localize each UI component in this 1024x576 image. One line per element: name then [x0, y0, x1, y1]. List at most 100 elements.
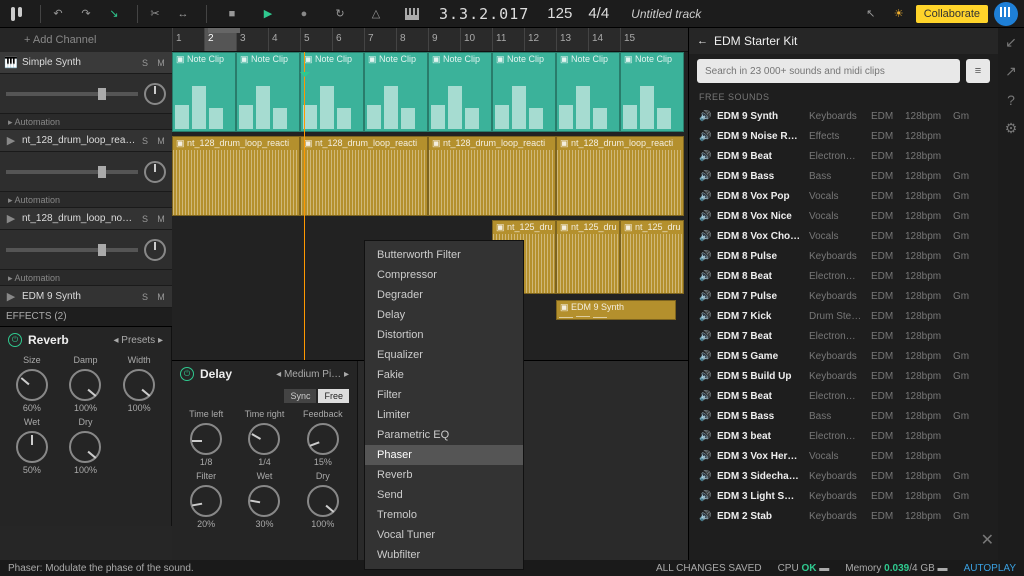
clip[interactable]: ▣ Note Clip — [300, 52, 364, 132]
mute-button[interactable]: M — [154, 134, 168, 148]
loop-marker[interactable] — [208, 28, 240, 33]
sound-row[interactable]: 🔊 EDM 3 Sidecha… Keyboards EDM 128bpm Gm — [689, 466, 998, 486]
automation-row[interactable]: ▸ Automation — [0, 192, 172, 208]
sound-row[interactable]: 🔊 EDM 7 Beat Electron… EDM 128bpm — [689, 326, 998, 346]
clip[interactable]: ▣ nt_125_dru — [620, 220, 684, 294]
close-panel-icon[interactable]: ✕ — [981, 530, 994, 550]
collaborate-button[interactable]: Collaborate — [916, 5, 988, 23]
cursor-icon[interactable]: ↖ — [860, 3, 882, 25]
volume-slider[interactable] — [6, 170, 138, 174]
menu-item-equalizer[interactable]: Equalizer — [365, 345, 523, 365]
solo-button[interactable]: S — [138, 134, 152, 148]
mute-button[interactable]: M — [154, 56, 168, 70]
loop-button[interactable]: ↻ — [329, 3, 351, 25]
search-input[interactable] — [697, 59, 960, 83]
menu-item-fakie[interactable]: Fakie — [365, 365, 523, 385]
bar-marker[interactable]: 12 — [524, 28, 556, 51]
piano-icon[interactable] — [401, 3, 423, 25]
knob-width[interactable]: Width 100% — [115, 355, 163, 413]
track-header[interactable]: ▶ nt_128_drum_loop_reacti… S M — [0, 130, 172, 152]
sound-row[interactable]: 🔊 EDM 3 Light S… Keyboards EDM 128bpm Gm — [689, 486, 998, 506]
clip[interactable]: ▣ EDM 9 Synth — [556, 300, 676, 320]
pan-knob[interactable] — [144, 239, 166, 261]
volume-slider[interactable] — [6, 92, 138, 96]
pan-knob[interactable] — [144, 161, 166, 183]
bar-marker[interactable]: 13 — [556, 28, 588, 51]
knob-damp[interactable]: Damp 100% — [62, 355, 110, 413]
bar-marker[interactable]: 3 — [236, 28, 268, 51]
knob-dry[interactable]: Dry 100% — [62, 417, 110, 475]
bar-marker[interactable]: 9 — [428, 28, 460, 51]
sound-row[interactable]: 🔊 EDM 9 Bass Bass EDM 128bpm Gm — [689, 166, 998, 186]
preset-selector[interactable]: ◂ Presets ▸ — [113, 335, 163, 346]
pan-knob[interactable] — [144, 83, 166, 105]
sound-row[interactable]: 🔊 EDM 8 Pulse Keyboards EDM 128bpm Gm — [689, 246, 998, 266]
clip[interactable]: ▣ Note Clip — [492, 52, 556, 132]
help-icon[interactable]: ? — [1007, 92, 1015, 108]
knob-feedback[interactable]: Feedback 15% — [297, 409, 349, 467]
menu-item-degrader[interactable]: Degrader — [365, 285, 523, 305]
menu-item-parametric-eq[interactable]: Parametric EQ — [365, 425, 523, 445]
knob-dry[interactable]: Dry 100% — [297, 471, 349, 529]
knob-wet[interactable]: Wet 30% — [238, 471, 290, 529]
clip[interactable]: ▣ Note Clip — [556, 52, 620, 132]
add-channel-button[interactable]: + Add Channel — [0, 28, 172, 52]
volume-slider[interactable] — [6, 248, 138, 252]
menu-item-send[interactable]: Send — [365, 485, 523, 505]
autoplay-toggle[interactable]: AUTOPLAY — [964, 563, 1016, 574]
sound-row[interactable]: 🔊 EDM 5 Bass Bass EDM 128bpm Gm — [689, 406, 998, 426]
sound-row[interactable]: 🔊 EDM 2 Stab Keyboards EDM 128bpm Gm — [689, 506, 998, 526]
undo-icon[interactable]: ↶ — [47, 3, 69, 25]
knob-size[interactable]: Size 60% — [8, 355, 56, 413]
sound-row[interactable]: 🔊 EDM 8 Vox Nice Vocals EDM 128bpm Gm — [689, 206, 998, 226]
tempo-display[interactable]: 125 — [547, 5, 572, 22]
menu-item-compressor[interactable]: Compressor — [365, 265, 523, 285]
clip[interactable]: ▣ Note Clip — [236, 52, 300, 132]
bar-marker[interactable]: 7 — [364, 28, 396, 51]
filter-icon[interactable]: ≡ — [966, 59, 990, 83]
track-header[interactable]: 🎹 Simple Synth S M — [0, 52, 172, 74]
solo-button[interactable]: S — [138, 290, 152, 304]
app-logo-icon[interactable] — [994, 2, 1018, 26]
bar-marker[interactable]: 14 — [588, 28, 620, 51]
sound-row[interactable]: 🔊 EDM 9 Synth Keyboards EDM 128bpm Gm — [689, 106, 998, 126]
sound-row[interactable]: 🔊 EDM 9 Noise R… Effects EDM 128bpm — [689, 126, 998, 146]
preset-selector[interactable]: ◂ Medium Pi… ▸ — [276, 369, 349, 380]
library-icon[interactable]: ↙ — [1005, 34, 1017, 51]
logo-icon[interactable] — [6, 3, 28, 25]
power-icon[interactable]: ⏻ — [180, 367, 194, 381]
bar-marker[interactable]: 10 — [460, 28, 492, 51]
clip[interactable]: ▣ Note Clip — [364, 52, 428, 132]
menu-item-filter[interactable]: Filter — [365, 385, 523, 405]
track-header[interactable]: ▶ EDM 9 Synth S M — [0, 286, 172, 308]
power-icon[interactable]: ⏻ — [8, 333, 22, 347]
timesig-display[interactable]: 4/4 — [588, 5, 609, 22]
sound-row[interactable]: 🔊 EDM 3 Vox Her… Vocals EDM 128bpm — [689, 446, 998, 466]
metronome-icon[interactable]: △ — [365, 3, 387, 25]
clip[interactable]: ▣ nt_125_dru — [556, 220, 620, 294]
bar-marker[interactable]: 5 — [300, 28, 332, 51]
stretch-tool-icon[interactable]: ↔ — [172, 3, 194, 25]
menu-item-vocal-tuner[interactable]: Vocal Tuner — [365, 525, 523, 545]
menu-item-phaser[interactable]: Phaser — [365, 445, 523, 465]
track-title[interactable]: Untitled track — [631, 7, 860, 21]
clip[interactable]: ▣ Note Clip — [620, 52, 684, 132]
clip[interactable]: ▣ nt_128_drum_loop_reacti — [428, 136, 556, 216]
sound-row[interactable]: 🔊 EDM 5 Beat Electron… EDM 128bpm — [689, 386, 998, 406]
sound-row[interactable]: 🔊 EDM 7 Kick Drum Ste… EDM 128bpm — [689, 306, 998, 326]
bar-marker[interactable]: 6 — [332, 28, 364, 51]
sound-row[interactable]: 🔊 EDM 8 Vox Pop Vocals EDM 128bpm Gm — [689, 186, 998, 206]
knob-wet[interactable]: Wet 50% — [8, 417, 56, 475]
track-header[interactable]: ▶ nt_128_drum_loop_nowhe… S M — [0, 208, 172, 230]
redo-icon[interactable]: ↷ — [75, 3, 97, 25]
mute-button[interactable]: M — [154, 290, 168, 304]
bar-marker[interactable]: 4 — [268, 28, 300, 51]
clip[interactable]: ▣ nt_128_drum_loop_reacti — [556, 136, 684, 216]
sound-row[interactable]: 🔊 EDM 8 Beat Electron… EDM 128bpm — [689, 266, 998, 286]
clip[interactable]: ▣ nt_128_drum_loop_reacti — [172, 136, 300, 216]
free-button[interactable]: Free — [318, 389, 349, 403]
menu-item-limiter[interactable]: Limiter — [365, 405, 523, 425]
timecode-display[interactable]: 3.3.2.017 — [439, 5, 529, 23]
menu-item-delay[interactable]: Delay — [365, 305, 523, 325]
knob-time-left[interactable]: Time left 1/8 — [180, 409, 232, 467]
